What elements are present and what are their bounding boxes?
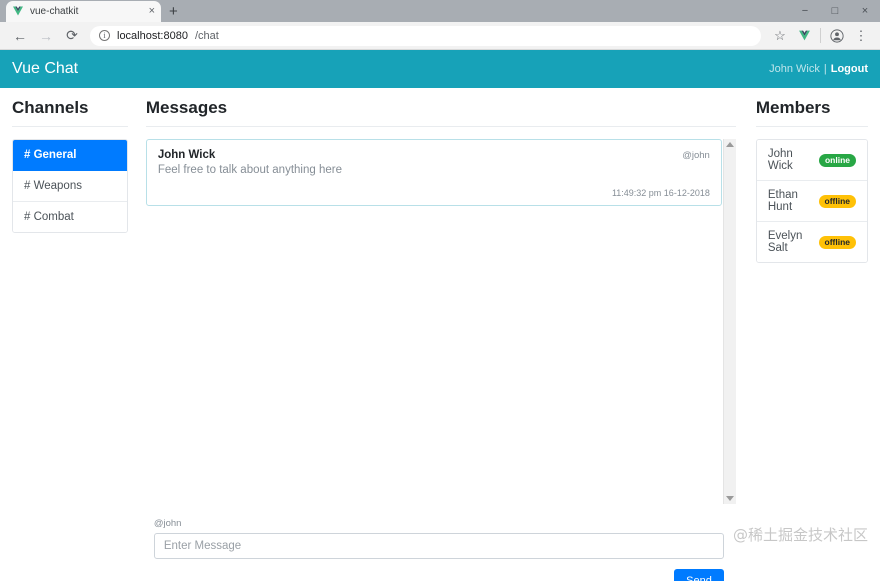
- scroll-up-arrow-icon[interactable]: [726, 142, 734, 147]
- new-tab-icon[interactable]: +: [169, 4, 178, 19]
- composer-handle: @john: [154, 518, 724, 529]
- member-name: Ethan Hunt: [768, 189, 813, 213]
- send-button[interactable]: Send: [674, 569, 724, 581]
- messages-scrollbar[interactable]: [723, 139, 736, 504]
- members-divider: [756, 126, 868, 127]
- reload-icon[interactable]: ⟳: [60, 24, 84, 48]
- list-item[interactable]: Evelyn Salt offline: [757, 222, 867, 262]
- message-item: John Wick @john Feel free to talk about …: [146, 139, 722, 206]
- channels-divider: [12, 126, 128, 127]
- site-info-icon[interactable]: i: [99, 30, 110, 41]
- messages-viewport: John Wick @john Feel free to talk about …: [146, 139, 736, 504]
- member-name: John Wick: [768, 148, 813, 172]
- channels-title: Channels: [12, 98, 128, 118]
- list-item[interactable]: Ethan Hunt offline: [757, 181, 867, 222]
- message-composer: @john Send: [146, 504, 736, 581]
- url-host: localhost:8080: [117, 30, 188, 42]
- tab-title: vue-chatkit: [30, 6, 143, 17]
- status-badge: offline: [819, 236, 857, 249]
- sidebar-item-general[interactable]: # General: [13, 140, 127, 171]
- member-name: Evelyn Salt: [768, 230, 813, 254]
- app-header: Vue Chat John Wick | Logout: [0, 50, 880, 88]
- browser-titlebar: vue-chatkit × + − □ ×: [0, 0, 880, 22]
- list-item[interactable]: John Wick online: [757, 140, 867, 181]
- messages-title: Messages: [146, 98, 736, 118]
- message-timestamp: 11:49:32 pm 16-12-2018: [158, 188, 710, 198]
- bookmark-star-icon[interactable]: ☆: [769, 25, 791, 47]
- app-body: Channels # General # Weapons # Combat Me…: [0, 88, 880, 581]
- channels-list: # General # Weapons # Combat: [12, 139, 128, 233]
- profile-avatar-icon[interactable]: [826, 25, 848, 47]
- message-text: Feel free to talk about anything here: [158, 164, 710, 176]
- status-badge: offline: [819, 195, 857, 208]
- status-badge: online: [819, 154, 856, 167]
- header-separator: |: [824, 63, 827, 75]
- members-title: Members: [756, 98, 868, 118]
- browser-menu-icon[interactable]: ⋮: [850, 25, 872, 47]
- browser-toolbar: ← → ⟳ i localhost:8080/chat ☆ ⋮: [0, 22, 880, 50]
- toolbar-divider: [820, 28, 821, 43]
- tab-close-icon[interactable]: ×: [149, 6, 155, 17]
- back-icon[interactable]: ←: [8, 24, 32, 48]
- app-brand[interactable]: Vue Chat: [12, 60, 78, 78]
- members-panel: Members John Wick online Ethan Hunt offl…: [748, 98, 880, 581]
- send-row: Send: [154, 569, 724, 581]
- messages-panel: Messages John Wick @john Feel free to ta…: [138, 98, 748, 581]
- window-close-button[interactable]: ×: [850, 0, 880, 22]
- url-path: /chat: [195, 30, 219, 42]
- vue-devtools-icon[interactable]: [793, 25, 815, 47]
- header-user-name: John Wick: [769, 63, 820, 75]
- logout-link[interactable]: Logout: [831, 63, 868, 75]
- message-handle: @john: [682, 150, 710, 161]
- message-header: John Wick @john: [158, 149, 710, 161]
- window-controls: − □ ×: [790, 0, 880, 22]
- window-maximize-button[interactable]: □: [820, 0, 850, 22]
- sidebar-item-weapons[interactable]: # Weapons: [13, 171, 127, 202]
- messages-divider: [146, 126, 736, 127]
- sidebar-item-combat[interactable]: # Combat: [13, 202, 127, 232]
- browser-tab[interactable]: vue-chatkit ×: [6, 1, 161, 22]
- header-user-area: John Wick | Logout: [769, 63, 868, 75]
- vue-logo-icon: [12, 6, 24, 18]
- scroll-down-arrow-icon[interactable]: [726, 496, 734, 501]
- message-input[interactable]: [154, 533, 724, 559]
- forward-icon[interactable]: →: [34, 24, 58, 48]
- window-minimize-button[interactable]: −: [790, 0, 820, 22]
- members-list: John Wick online Ethan Hunt offline Evel…: [756, 139, 868, 263]
- address-bar[interactable]: i localhost:8080/chat: [90, 26, 761, 46]
- message-author: John Wick: [158, 149, 215, 161]
- messages-scroll-area: John Wick @john Feel free to talk about …: [146, 139, 722, 504]
- channels-panel: Channels # General # Weapons # Combat: [0, 98, 138, 581]
